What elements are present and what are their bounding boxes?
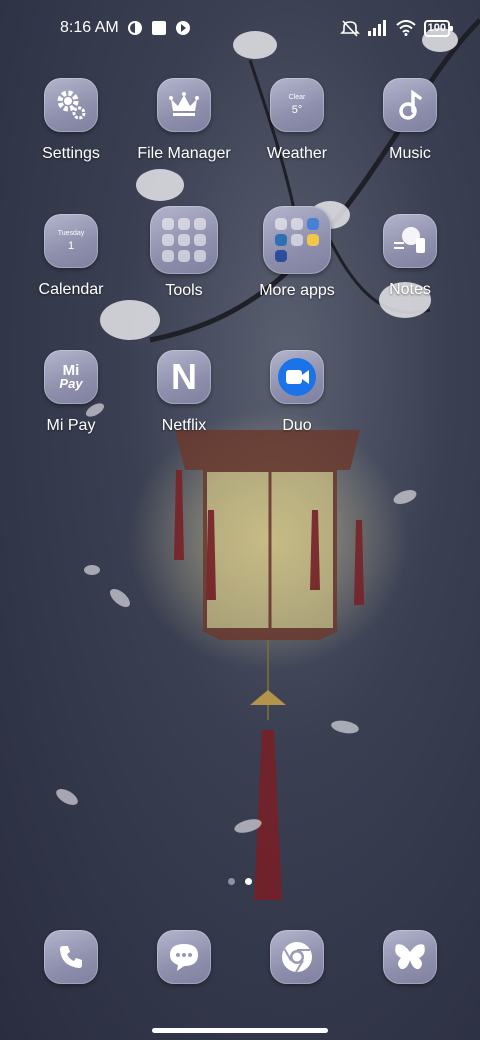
app-notification-icon-2 [175,20,191,36]
weather-temperature: 5° [291,104,303,116]
status-bar: 8:16 AM 100 [0,0,480,56]
crown-icon [157,78,211,132]
app-label: Netflix [161,417,207,434]
butterfly-icon [383,930,437,984]
app-weather[interactable]: Clear 5° Weather [242,78,352,163]
app-notes[interactable]: Notes [355,214,465,299]
app-label: Mi Pay [46,417,96,434]
app-label: Music [389,145,431,162]
mi-pay-icon: Mi Pay [44,350,98,404]
folder-icon [263,206,331,274]
app-netflix[interactable]: N Netflix [129,350,239,435]
dock-gallery[interactable] [355,930,465,984]
app-mi-pay[interactable]: Mi Pay Mi Pay [16,350,126,435]
video-camera-icon [270,350,324,404]
app-label: Duo [282,417,312,434]
weather-condition: Clear [288,94,306,101]
page-dot[interactable] [228,878,235,885]
clock: 8:16 AM [60,19,119,36]
app-label: Notes [389,281,431,298]
page-dot-active[interactable] [245,878,252,885]
app-label: Tools [165,282,203,299]
calendar-weekday: Tuesday [57,230,85,237]
app-calendar[interactable]: Tuesday 1 Calendar [16,214,126,299]
netflix-icon: N [157,350,211,404]
app-file-manager[interactable]: File Manager [129,78,239,163]
page-indicator [0,878,480,885]
dock-messages[interactable] [129,930,239,984]
home-gesture-bar[interactable] [152,1028,328,1033]
music-note-icon [383,78,437,132]
signal-icon [367,20,388,36]
folder-icon [150,206,218,274]
gear-icon [44,78,98,132]
netflix-letter: N [171,356,197,397]
app-notification-icon [127,20,143,36]
phone-icon [44,930,98,984]
app-label: Calendar [38,281,104,298]
dock-phone[interactable] [16,930,126,984]
app-duo[interactable]: Duo [242,350,352,435]
app-settings[interactable]: Settings [16,78,126,163]
app-label: File Manager [137,145,231,162]
notes-icon [383,214,437,268]
app-music[interactable]: Music [355,78,465,163]
square-notification-icon [151,20,167,36]
app-label: Weather [266,145,328,162]
calendar-day: 1 [67,240,75,252]
wifi-icon [395,20,416,36]
dock-chrome[interactable] [242,930,352,984]
calendar-icon: Tuesday 1 [44,214,98,268]
messages-icon [157,930,211,984]
battery-icon: 100 [423,19,454,37]
chrome-icon [270,930,324,984]
mute-icon [339,19,360,37]
folder-more-apps[interactable]: More apps [242,206,352,300]
folder-tools[interactable]: Tools [129,206,239,300]
mi-pay-line2: Pay [59,376,83,391]
app-label: More apps [259,282,335,299]
weather-icon: Clear 5° [270,78,324,132]
app-label: Settings [42,145,100,162]
